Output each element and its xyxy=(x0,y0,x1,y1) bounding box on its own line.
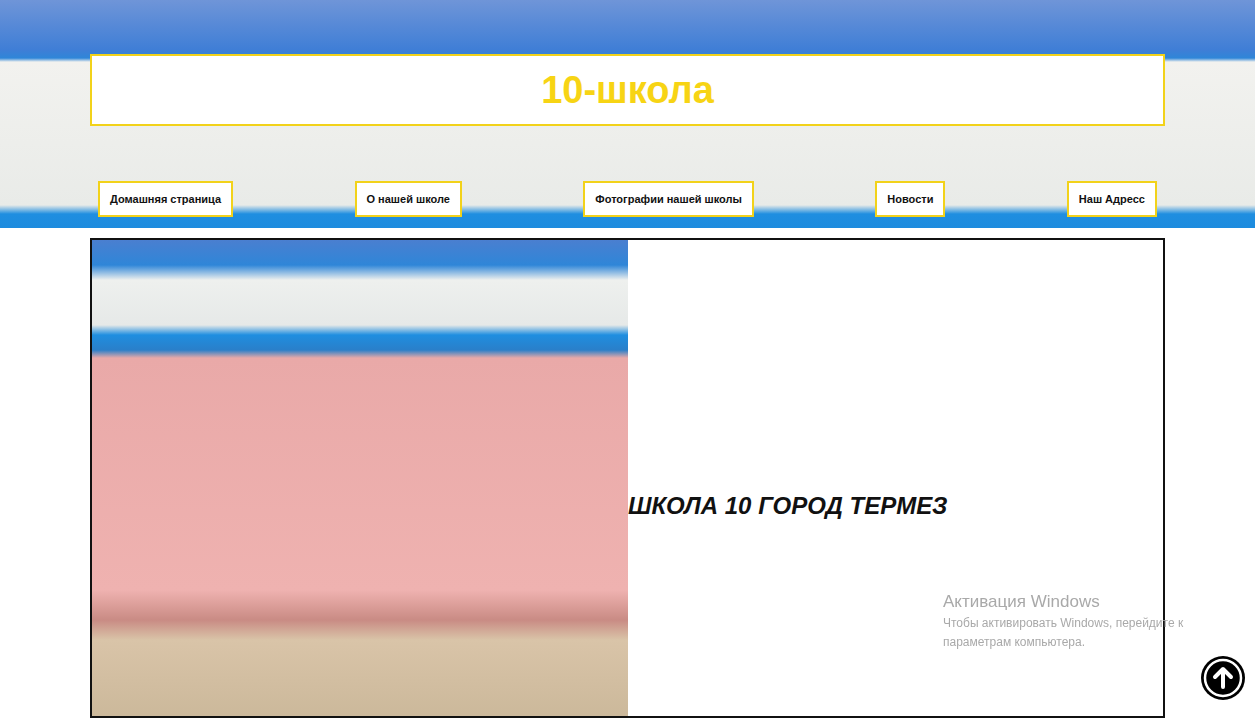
nav-button[interactable]: Наш Адресс xyxy=(1067,181,1157,217)
school-photo xyxy=(92,240,628,716)
page: 10-школа Домашняя страница О нашей школе Фо… xyxy=(0,0,1255,718)
hero-caption: ШКОЛА 10 ГОРОД ТЕРМЕЗ xyxy=(628,492,947,520)
watermark-title: Активация Windows xyxy=(943,592,1243,612)
header-inner: 10-школа Домашняя страница О нашей школе Фо… xyxy=(90,54,1165,217)
nav-button[interactable]: Фотографии нашей школы xyxy=(583,181,754,217)
arrow-up-icon xyxy=(1201,656,1245,700)
nav-button[interactable]: Новости xyxy=(875,181,945,217)
scroll-top-button[interactable] xyxy=(1201,656,1245,700)
nav-button[interactable]: О нашей школе xyxy=(355,181,462,217)
watermark-text: Чтобы активировать Windows, перейдите к … xyxy=(943,614,1243,652)
nav-bar: Домашняя страница О нашей школе Фотографии… xyxy=(90,181,1165,217)
header: 10-школа Домашняя страница О нашей школе Фо… xyxy=(0,0,1255,228)
site-title: 10-школа xyxy=(541,69,714,112)
windows-watermark: Активация WindowsЧтобы активировать Wind… xyxy=(943,592,1243,652)
nav-button[interactable]: Домашняя страница xyxy=(98,181,233,217)
main-panel: ШКОЛА 10 ГОРОД ТЕРМЕЗ xyxy=(90,238,1165,718)
title-box: 10-школа xyxy=(90,54,1165,126)
caption-area: ШКОЛА 10 ГОРОД ТЕРМЕЗ xyxy=(628,240,1163,716)
